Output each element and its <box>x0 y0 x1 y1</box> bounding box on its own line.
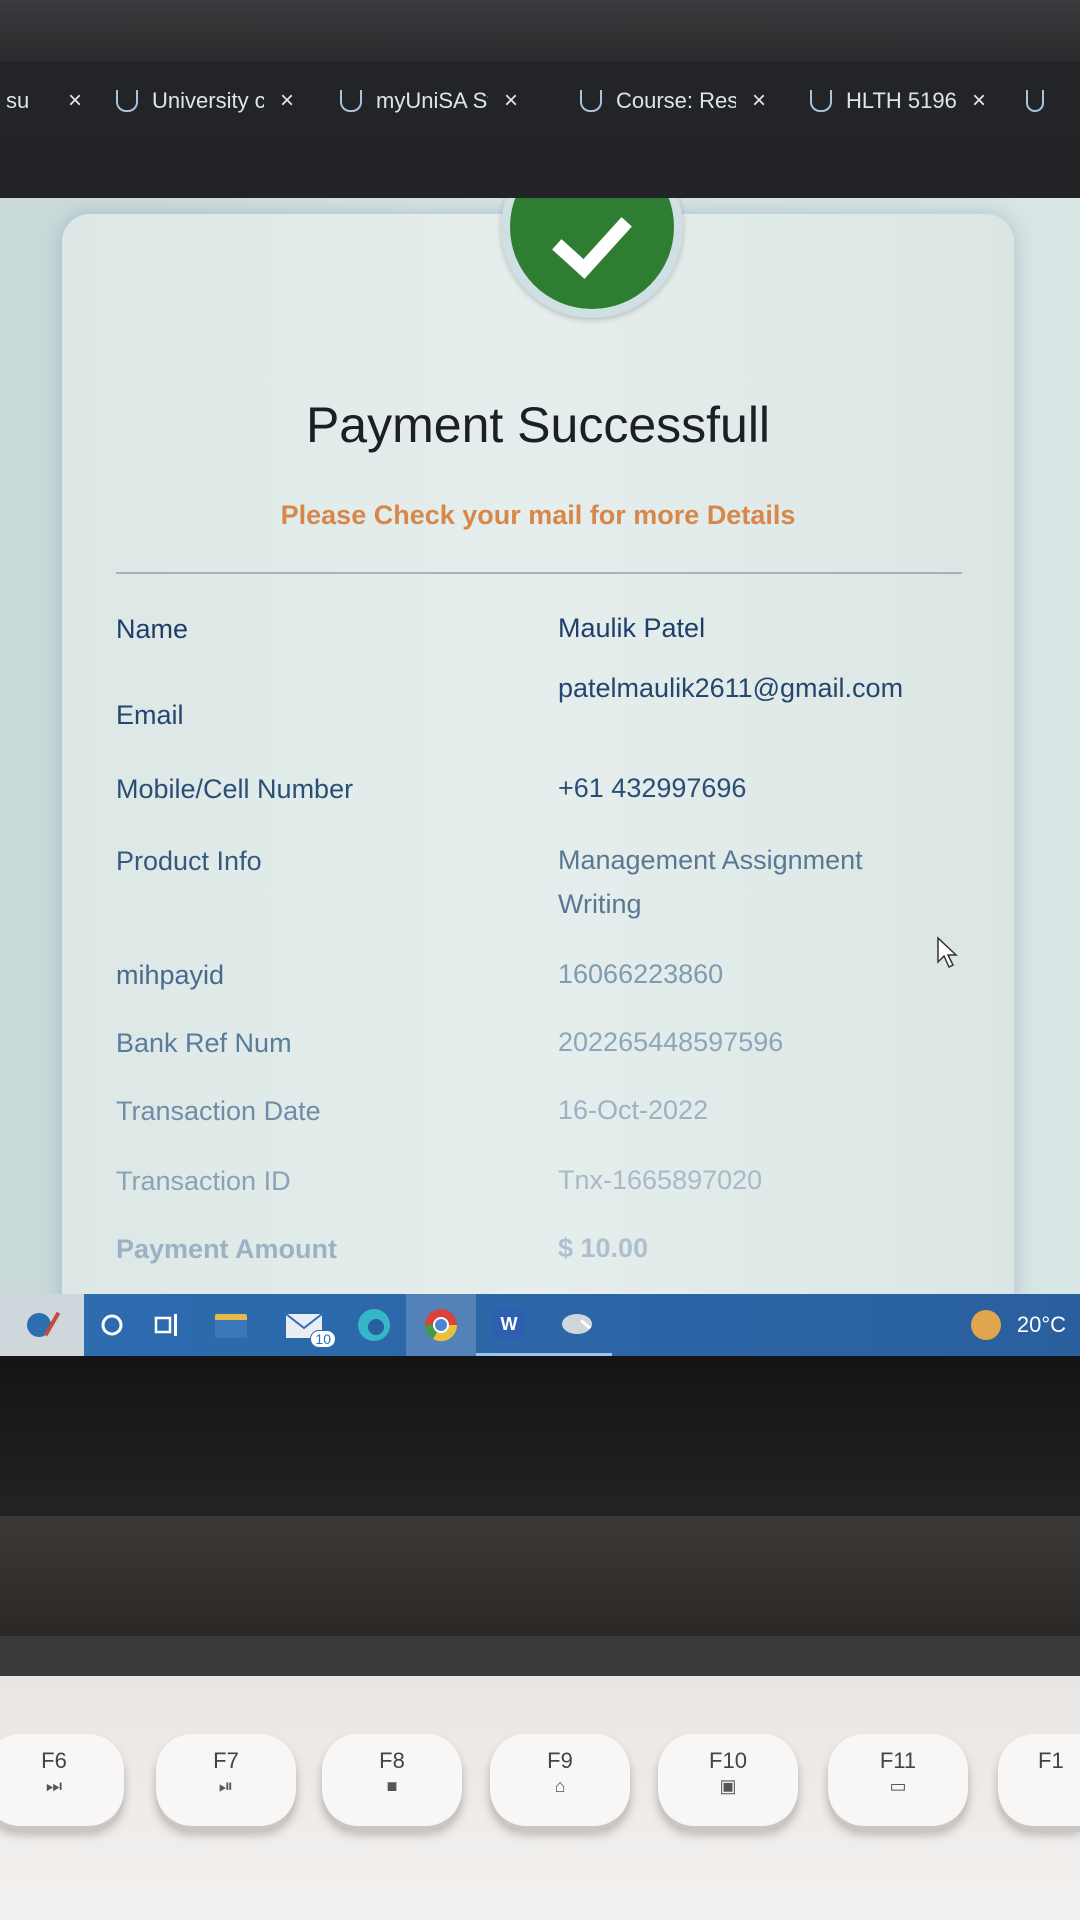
tab-title: su <box>6 88 30 113</box>
laptop-hinge <box>0 1516 1080 1636</box>
mail-icon[interactable]: 10 <box>266 1294 342 1356</box>
key-f8[interactable]: F8 ■ <box>322 1734 462 1826</box>
detail-label: Product Info <box>116 846 262 876</box>
next-track-icon: ⏭ <box>45 1776 63 1796</box>
browser-tab[interactable]: University c × <box>104 62 328 140</box>
key-label: F7 <box>213 1748 239 1773</box>
weather-widget-graphic <box>27 1311 61 1337</box>
tab-title: University c <box>152 88 264 113</box>
detail-value: Tnx-1665897020 <box>558 1165 763 1195</box>
detail-value: $ 10.00 <box>558 1233 649 1263</box>
browser-tab-active[interactable]: HLTH 5196 × <box>798 62 1018 140</box>
key-f12[interactable]: F1 <box>998 1734 1080 1826</box>
detail-label: Name <box>116 614 189 644</box>
key-f9[interactable]: F9 ⌂ <box>490 1734 630 1826</box>
detail-label: mihpayid <box>116 960 225 990</box>
unisa-logo-icon <box>810 90 832 112</box>
detail-label: Mobile/Cell Number <box>116 774 354 804</box>
word-icon[interactable]: W <box>476 1294 542 1356</box>
key-f11[interactable]: F11 ▭ <box>828 1734 968 1826</box>
tab-close-icon[interactable]: × <box>280 87 294 115</box>
search-icon[interactable] <box>84 1294 140 1356</box>
mouse-cursor-icon <box>937 936 958 969</box>
task-view-graphic <box>154 1314 177 1336</box>
unisa-logo-icon <box>340 90 362 112</box>
photo-of-laptop: su × University c × myUniSA St × Course:… <box>0 0 1080 1920</box>
key-label: F10 <box>709 1748 747 1773</box>
play-pause-icon: ⏯ <box>218 1776 234 1796</box>
detail-label: Bank Ref Num <box>116 1028 292 1058</box>
tab-close-icon[interactable]: × <box>68 87 82 115</box>
key-f7[interactable]: F7 ⏯ <box>156 1734 296 1826</box>
detail-value: +61 432997696 <box>558 773 747 803</box>
success-badge <box>501 198 683 318</box>
success-circle <box>510 198 674 309</box>
home-icon: ⌂ <box>554 1776 566 1796</box>
browser-tab[interactable]: myUniSA St × <box>328 62 562 140</box>
tab-title: Course: Res <box>616 88 736 113</box>
laptop-bottom-bezel <box>0 1356 1080 1516</box>
computer-icon: ▭ <box>889 1776 907 1796</box>
page-title: Payment Successfull <box>305 397 771 453</box>
browser-toolbar <box>0 140 1080 200</box>
start-search-graphic <box>101 1314 123 1336</box>
browser-tab[interactable]: su × <box>0 62 104 140</box>
laptop-top-bezel <box>0 0 1080 62</box>
key-label: F8 <box>379 1748 405 1773</box>
task-view-icon[interactable] <box>140 1294 196 1356</box>
stop-icon: ■ <box>386 1776 398 1796</box>
keyboard: F6 ⏭ F7 ⏯ F8 ■ F9 ⌂ F10 ▣ F11 ▭ F1 <box>0 1676 1080 1920</box>
key-f6[interactable]: F6 ⏭ <box>0 1734 124 1826</box>
browser-tab[interactable] <box>1018 62 1058 140</box>
detail-value: patelmaulik2611@gmail.com <box>558 673 904 703</box>
detail-value: 202265448597596 <box>558 1027 784 1057</box>
tab-title: HLTH 5196 <box>846 88 956 113</box>
tab-close-icon[interactable]: × <box>972 87 986 115</box>
unisa-logo-icon <box>580 90 602 112</box>
detail-value: 16-Oct-2022 <box>558 1095 709 1125</box>
tab-close-icon[interactable]: × <box>752 87 766 115</box>
system-tray-weather[interactable]: 20°C <box>970 1294 1066 1356</box>
key-label: F6 <box>41 1748 67 1773</box>
app-graphic <box>562 1313 592 1334</box>
tab-close-icon[interactable]: × <box>504 87 518 115</box>
edge-icon[interactable] <box>342 1294 406 1356</box>
key-f10[interactable]: F10 ▣ <box>658 1734 798 1826</box>
payment-card: Payment Successfull Please Check your ma… <box>62 198 1014 1294</box>
key-label: F1 <box>1038 1748 1064 1773</box>
divider <box>116 572 962 574</box>
windows-taskbar: 10 W 20°C <box>0 1294 1080 1356</box>
detail-value: Management Assignment Writing <box>558 845 863 919</box>
word-letter: W <box>493 1308 525 1339</box>
detail-label: Payment Amount <box>116 1234 338 1264</box>
folder-graphic <box>215 1314 247 1338</box>
browser-tab-strip: su × University c × myUniSA St × Course:… <box>0 62 1080 140</box>
detail-label: Email <box>116 700 184 730</box>
key-label: F11 <box>879 1748 917 1773</box>
file-explorer-icon[interactable] <box>196 1294 266 1356</box>
unisa-logo-icon <box>116 90 138 112</box>
tab-title: myUniSA St <box>376 88 488 113</box>
detail-value: 16066223860 <box>558 959 724 989</box>
edge-graphic <box>358 1309 390 1341</box>
weather-widget-icon[interactable] <box>0 1294 84 1356</box>
key-label: F9 <box>547 1748 573 1773</box>
detail-value: Maulik Patel <box>558 613 706 643</box>
mail-badge: 10 <box>310 1330 336 1348</box>
web-page: Payment Successfull Please Check your ma… <box>0 198 1080 1294</box>
chrome-icon[interactable] <box>406 1294 476 1356</box>
detail-label: Transaction Date <box>116 1096 321 1126</box>
sun-icon <box>970 1310 1001 1340</box>
calculator-icon: ▣ <box>719 1776 737 1796</box>
keyboard-deck-edge <box>0 1636 1080 1676</box>
page-subtitle: Please Check your mail for more Details <box>280 500 796 530</box>
detail-label: Transaction ID <box>116 1166 291 1196</box>
temperature-text: 20°C <box>1016 1312 1066 1337</box>
browser-tab[interactable]: Course: Res × <box>562 62 798 140</box>
chrome-graphic <box>424 1309 458 1342</box>
checkmark-icon <box>552 217 632 279</box>
app-icon[interactable] <box>542 1294 612 1356</box>
unisa-logo-icon <box>1026 90 1044 112</box>
